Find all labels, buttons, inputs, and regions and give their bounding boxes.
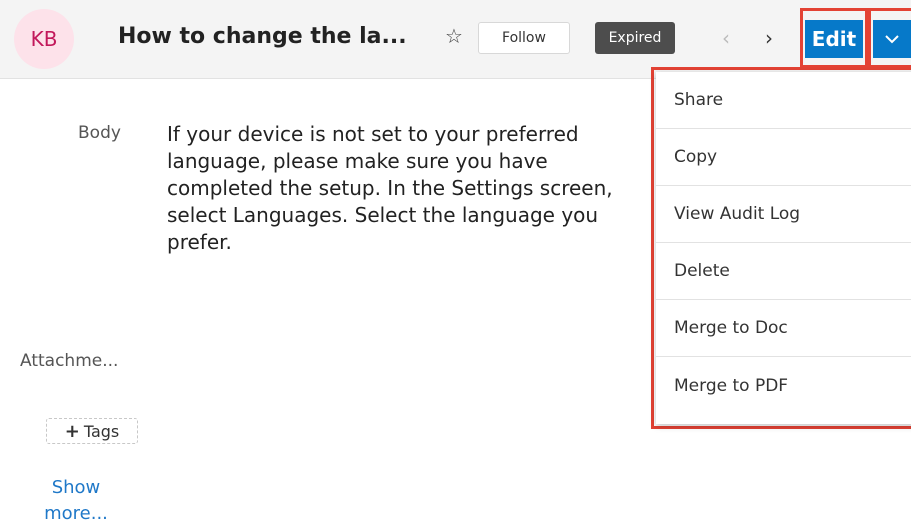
- menu-item-view-audit-log[interactable]: View Audit Log: [656, 186, 911, 243]
- record-title: How to change the la...: [118, 24, 407, 49]
- menu-item-copy[interactable]: Copy: [656, 129, 911, 186]
- status-badge: Expired: [595, 22, 675, 54]
- actions-menu: Share Copy View Audit Log Delete Merge t…: [656, 72, 911, 424]
- actions-dropdown-button[interactable]: [873, 20, 911, 58]
- tags-label: Tags: [83, 421, 120, 441]
- body-field-value: If your device is not set to your prefer…: [167, 122, 613, 254]
- chevron-right-icon[interactable]: ›: [757, 24, 781, 52]
- menu-item-merge-to-pdf[interactable]: Merge to PDF: [656, 357, 911, 414]
- body-field-label: Body: [78, 123, 121, 143]
- add-tags-button[interactable]: + Tags: [46, 418, 138, 444]
- attachments-field-label: Attachme...: [20, 351, 119, 371]
- module-avatar: KB: [14, 9, 74, 69]
- menu-item-merge-to-doc[interactable]: Merge to Doc: [656, 300, 911, 357]
- follow-button[interactable]: Follow: [478, 22, 570, 54]
- chevron-left-icon[interactable]: ‹: [714, 24, 738, 52]
- menu-item-delete[interactable]: Delete: [656, 243, 911, 300]
- favorite-star-icon[interactable]: ☆: [442, 24, 466, 48]
- edit-button[interactable]: Edit: [805, 20, 863, 58]
- show-more-link[interactable]: Show more...: [40, 475, 112, 521]
- menu-item-share[interactable]: Share: [656, 72, 911, 129]
- plus-icon: +: [64, 420, 80, 442]
- chevron-down-icon: [885, 35, 899, 44]
